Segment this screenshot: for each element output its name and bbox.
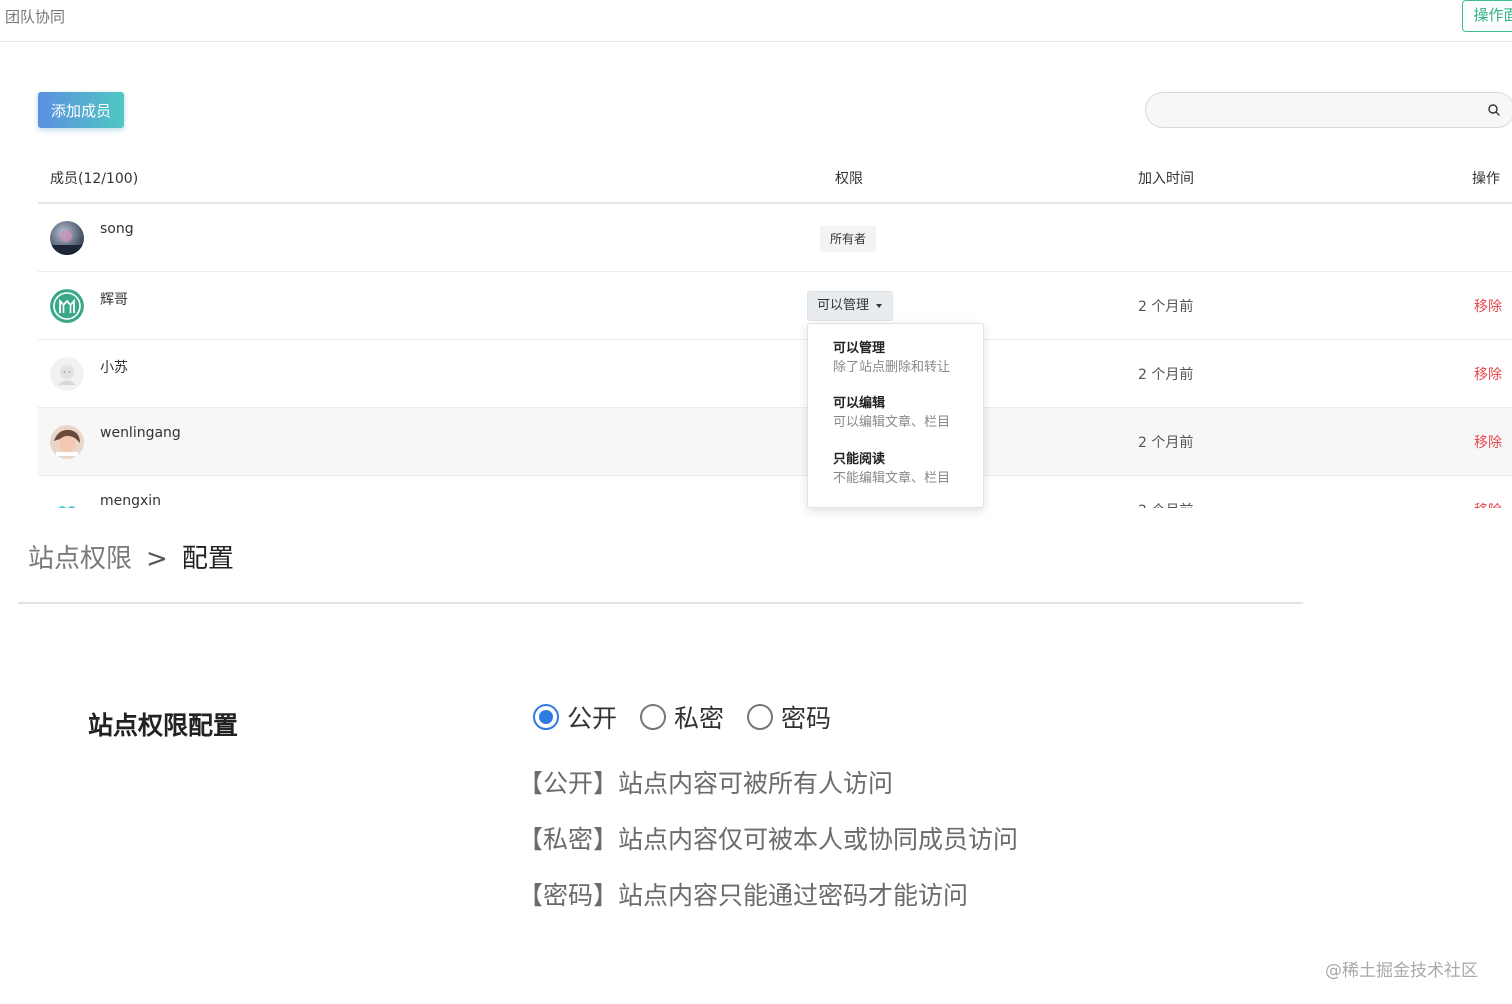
description-password: 【密码】站点内容只能通过密码才能访问 — [518, 881, 969, 910]
avatar — [50, 425, 84, 459]
permission-dropdown-menu: 可以管理 除了站点删除和转让 可以编辑 可以编辑文章、栏目 只能阅读 不能编辑文… — [807, 323, 984, 508]
config-label: 站点权限配置 — [88, 711, 239, 740]
radio-label: 私密 — [674, 704, 725, 733]
search-input[interactable] — [1160, 101, 1470, 121]
search-box[interactable] — [1145, 92, 1512, 128]
table-header: 成员(12/100) 权限 加入时间 操作 — [38, 152, 1512, 204]
member-name: wenlingang — [100, 425, 181, 441]
page-title: 团队协同 — [5, 8, 66, 26]
breadcrumb-parent[interactable]: 站点权限 — [28, 544, 132, 574]
radio-unselected-icon[interactable] — [640, 704, 666, 730]
header-member: 成员(12/100) — [50, 171, 139, 187]
dropdown-item-desc: 可以编辑文章、栏目 — [833, 415, 951, 430]
permission-badge: 所有者 — [820, 226, 877, 252]
remove-link[interactable]: 移除 — [1474, 432, 1502, 452]
remove-link[interactable]: 移除 — [1474, 296, 1502, 316]
member-name: mengxin — [100, 493, 162, 508]
member-name: 小苏 — [100, 360, 128, 376]
permission-select-label: 可以管理 — [817, 298, 870, 313]
top-bar: 团队协同 操作面 — [0, 0, 1512, 42]
join-time: 2 个月前 — [1138, 367, 1194, 383]
permission-select[interactable]: 可以管理 — [807, 291, 893, 321]
join-time: 2 个月前 — [1138, 435, 1194, 451]
dropdown-item-title: 只能阅读 — [833, 452, 886, 467]
avatar — [50, 357, 84, 391]
divider — [18, 602, 1303, 604]
breadcrumb-current: 配置 — [181, 544, 234, 574]
dropdown-item-desc: 除了站点删除和转让 — [833, 360, 951, 375]
member-name: 辉哥 — [100, 292, 128, 308]
table-row: mengxin 2 个月前 移除 — [38, 476, 1512, 508]
radio-label: 密码 — [781, 704, 832, 733]
dropdown-item-read[interactable]: 只能阅读 不能编辑文章、栏目 — [833, 451, 978, 489]
add-member-button[interactable]: 添加成员 — [38, 92, 124, 128]
remove-link[interactable]: 移除 — [1474, 500, 1502, 508]
dropdown-item-title: 可以管理 — [833, 341, 886, 356]
table-row: 辉哥 可以管理 2 个月前 移除 — [38, 272, 1512, 340]
join-time: 2 个月前 — [1138, 500, 1193, 508]
header-join-time: 加入时间 — [1138, 171, 1194, 187]
dropdown-item-manage[interactable]: 可以管理 除了站点删除和转让 — [833, 340, 978, 378]
watermark: @稀土掘金技术社区 — [1325, 961, 1478, 981]
description-public: 【公开】站点内容可被所有人访问 — [518, 769, 894, 798]
table-row: wenlingang 2 个月前 移除 — [38, 408, 1512, 476]
operation-button[interactable]: 操作面 — [1462, 0, 1512, 32]
dropdown-item-edit[interactable]: 可以编辑 可以编辑文章、栏目 — [833, 395, 978, 433]
member-list: song 所有者 辉哥 可以管理 2 个月前 移除 小苏 2 个月前 移除 we… — [0, 204, 1512, 508]
table-row: 小苏 2 个月前 移除 — [38, 340, 1512, 408]
search-icon[interactable] — [1487, 103, 1501, 117]
radio-selected-icon[interactable] — [533, 704, 559, 730]
header-operation: 操作 — [1472, 171, 1500, 187]
radio-unselected-icon[interactable] — [747, 704, 773, 730]
breadcrumb-separator: > — [146, 544, 168, 574]
header-permission: 权限 — [835, 171, 863, 187]
dropdown-item-desc: 不能编辑文章、栏目 — [833, 471, 951, 486]
member-name: song — [100, 221, 134, 237]
radio-label: 公开 — [567, 704, 618, 733]
avatar — [50, 221, 84, 255]
avatar — [50, 493, 84, 508]
dropdown-item-title: 可以编辑 — [833, 396, 886, 411]
description-private: 【私密】站点内容仅可被本人或协同成员访问 — [518, 825, 1019, 854]
avatar — [50, 289, 84, 323]
join-time: 2 个月前 — [1138, 299, 1194, 315]
table-row: song 所有者 — [38, 204, 1512, 272]
remove-link[interactable]: 移除 — [1474, 364, 1502, 384]
caret-down-icon — [876, 304, 882, 308]
breadcrumb: 站点权限 > 配置 — [28, 538, 234, 575]
